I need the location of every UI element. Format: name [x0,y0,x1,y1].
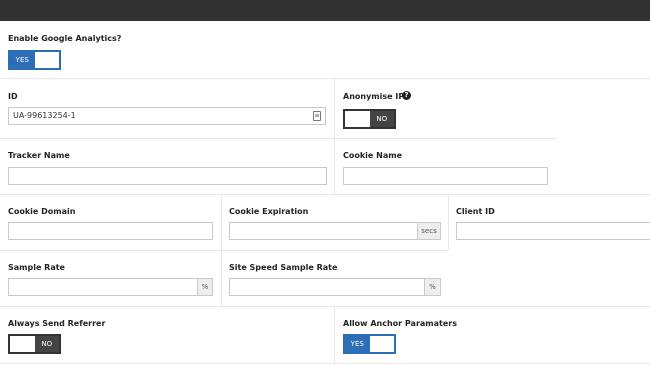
cookie-expiration-input[interactable] [229,222,418,240]
anonymise-ip-toggle[interactable]: NO [343,109,396,129]
enable-ga-toggle-value: YES [10,52,35,68]
sample-rate-unit: % [197,278,213,296]
site-speed-sample-rate-unit: % [424,278,441,296]
allow-anchor-parameters-label: Allow Anchor Paramaters [343,319,457,328]
divider [221,250,222,306]
allow-anchor-parameters-toggle-value: YES [345,336,370,352]
divider [0,306,650,307]
anonymise-ip-label: Anonymise IP? [343,92,409,101]
divider [334,306,335,365]
enable-ga-toggle[interactable]: YES [8,50,61,70]
cookie-name-input[interactable] [343,167,548,185]
anonymise-ip-toggle-value: NO [369,111,394,127]
divider [0,138,556,139]
cookie-domain-label: Cookie Domain [8,207,76,216]
site-speed-sample-rate-label: Site Speed Sample Rate [229,263,338,272]
client-id-input[interactable] [456,222,650,240]
always-send-referrer-toggle[interactable]: NO [8,334,61,354]
allow-anchor-parameters-toggle[interactable]: YES [343,334,396,354]
divider [448,194,449,250]
divider [0,194,650,195]
cookie-name-label: Cookie Name [343,151,402,160]
sample-rate-label: Sample Rate [8,263,65,272]
divider [221,194,222,250]
cookie-expiration-label: Cookie Expiration [229,207,309,216]
divider [0,78,650,79]
top-bar [0,0,650,21]
site-speed-sample-rate-input[interactable] [229,278,425,296]
id-input[interactable]: UA-99613254-1 ≡ [8,107,326,125]
always-send-referrer-label: Always Send Referrer [8,319,106,328]
divider [0,250,448,251]
tracker-name-label: Tracker Name [8,151,70,160]
contact-card-icon[interactable]: ≡ [313,111,321,121]
enable-ga-label: Enable Google Analytics? [8,34,122,43]
divider [334,78,335,138]
question-circle-icon[interactable]: ? [402,91,411,100]
divider [0,363,650,364]
sample-rate-input[interactable] [8,278,198,296]
divider [334,138,335,194]
cookie-expiration-unit: secs [417,222,441,240]
tracker-name-input[interactable] [8,167,327,185]
always-send-referrer-toggle-value: NO [34,336,59,352]
client-id-label: Client ID [456,207,495,216]
id-label: ID [8,92,18,101]
cookie-domain-input[interactable] [8,222,213,240]
id-input-value: UA-99613254-1 [13,111,76,120]
